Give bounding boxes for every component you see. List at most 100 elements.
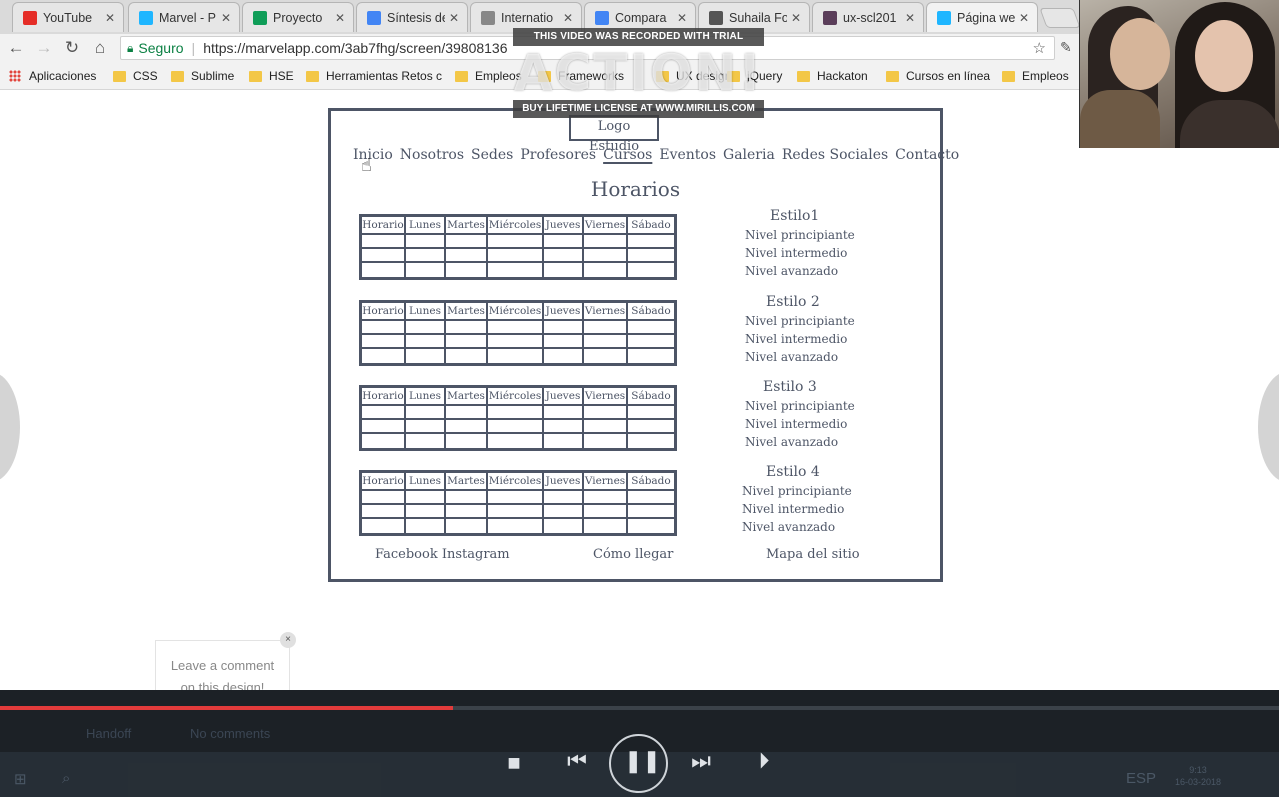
bookmark-item[interactable]: Aplicaciones — [9, 69, 96, 83]
docs-icon — [595, 10, 609, 25]
level-item[interactable]: Nivel principiante — [745, 399, 855, 413]
tab-close-icon[interactable]: ✕ — [105, 11, 115, 25]
bookmark-item[interactable]: Sublime — [171, 69, 234, 83]
footer-directions-link[interactable]: Cómo llegar — [593, 547, 673, 562]
table-cell — [584, 249, 628, 263]
tab-2[interactable]: Proyecto ✕ — [242, 2, 354, 32]
comment-prompt[interactable]: Leave a comment on this design! — [155, 640, 290, 696]
level-item[interactable]: Nivel avanzado — [742, 520, 835, 534]
footer-social-links[interactable]: Facebook Instagram — [375, 547, 510, 562]
tab-label: Compara — [615, 10, 667, 25]
next-frame-icon[interactable]: ⏵ — [749, 748, 779, 774]
home-icon[interactable]: ⌂ — [90, 38, 110, 58]
tab-label: Marvel - P — [159, 10, 216, 25]
level-item[interactable]: Nivel principiante — [745, 228, 855, 242]
table-header-cell: Viernes — [584, 473, 628, 491]
logo-placeholder[interactable]: Logo Estudio — [569, 115, 659, 154]
bookmark-item[interactable]: Empleos — [1002, 69, 1069, 83]
stop-icon[interactable]: ■ — [502, 750, 526, 776]
nav-link-4[interactable]: Cursos — [603, 147, 652, 163]
table-cell — [584, 263, 628, 277]
ghost-handoff-label: Handoff — [86, 726, 132, 741]
table-cell — [628, 420, 674, 434]
nav-link-3[interactable]: Profesores — [520, 147, 596, 163]
tab-3[interactable]: Síntesis de ✕ — [356, 2, 468, 32]
level-item[interactable]: Nivel intermedio — [745, 332, 847, 346]
level-item[interactable]: Nivel intermedio — [745, 417, 847, 431]
table-header-cell: Lunes — [406, 303, 446, 321]
style-title: Estilo 2 — [766, 294, 820, 310]
level-item[interactable]: Nivel avanzado — [745, 350, 838, 364]
level-item[interactable]: Nivel intermedio — [745, 246, 847, 260]
nav-link-8[interactable]: Contacto — [895, 147, 959, 163]
video-player-bar: Handoff No comments ⊞ ⌕ ESP ■ ⏮ ❚❚ ⏭ ⏵ — [0, 690, 1279, 797]
table-cell — [362, 321, 406, 335]
tab-7[interactable]: ux-scl201 ✕ — [812, 2, 924, 32]
bookmark-item[interactable]: Cursos en línea — [886, 69, 990, 83]
nav-link-2[interactable]: Sedes — [471, 147, 513, 163]
table-cell — [584, 505, 628, 519]
table-cell — [544, 235, 584, 249]
nav-link-7[interactable]: Redes Sociales — [782, 147, 888, 163]
level-item[interactable]: Nivel principiante — [742, 484, 852, 498]
page-icon — [481, 10, 495, 25]
bookmark-item[interactable]: Hackaton — [797, 69, 868, 83]
back-arrow-icon[interactable]: ← — [6, 38, 26, 58]
tab-close-icon[interactable]: ✕ — [791, 11, 801, 25]
table-header-cell: Martes — [446, 388, 488, 406]
tab-0[interactable]: YouTube ✕ — [12, 2, 124, 32]
comment-close-button[interactable]: × — [280, 632, 296, 648]
table-header-cell: Martes — [446, 217, 488, 235]
tab-close-icon[interactable]: ✕ — [1019, 11, 1029, 25]
skip-forward-icon[interactable]: ⏭ — [686, 748, 716, 774]
table-cell — [446, 249, 488, 263]
footer-sitemap-link[interactable]: Mapa del sitio — [766, 547, 860, 562]
marvel-icon — [139, 10, 153, 25]
forward-arrow-icon[interactable]: → — [34, 38, 54, 58]
nav-link-5[interactable]: Eventos — [659, 147, 716, 163]
table-cell — [406, 491, 446, 505]
bookmark-star-icon[interactable]: ☆ — [1033, 39, 1046, 57]
tab-close-icon[interactable]: ✕ — [335, 11, 345, 25]
table-cell — [362, 249, 406, 263]
table-cell — [446, 491, 488, 505]
table-cell — [488, 249, 544, 263]
skip-back-icon[interactable]: ⏮ — [562, 748, 592, 774]
table-header-cell: Miércoles — [488, 473, 544, 491]
bookmark-item[interactable]: HSE — [249, 69, 294, 83]
nav-link-1[interactable]: Nosotros — [400, 147, 464, 163]
level-item[interactable]: Nivel principiante — [745, 314, 855, 328]
tab-close-icon[interactable]: ✕ — [563, 11, 573, 25]
extension-pencil-icon[interactable]: ✎ — [1060, 39, 1072, 56]
table-cell — [628, 263, 674, 277]
tab-close-icon[interactable]: ✕ — [905, 11, 915, 25]
table-cell — [488, 335, 544, 349]
bookmark-item[interactable]: Herramientas Retos c — [306, 69, 442, 83]
table-cell — [584, 406, 628, 420]
tab-close-icon[interactable]: ✕ — [449, 11, 459, 25]
table-cell — [406, 505, 446, 519]
tab-1[interactable]: Marvel - P ✕ — [128, 2, 240, 32]
tab-label: ux-scl201 — [843, 10, 897, 25]
tab-close-icon[interactable]: ✕ — [677, 11, 687, 25]
url-separator: | — [191, 40, 196, 56]
level-item[interactable]: Nivel avanzado — [745, 264, 838, 278]
next-screen-button[interactable] — [1258, 372, 1279, 482]
prev-screen-button[interactable] — [0, 372, 20, 482]
nav-link-6[interactable]: Galeria — [723, 147, 775, 163]
tab-8[interactable]: Página we ✕ — [926, 2, 1038, 32]
table-header-cell: Jueves — [544, 388, 584, 406]
table-cell — [628, 491, 674, 505]
nav-link-0[interactable]: Inicio — [353, 147, 393, 163]
new-tab-button[interactable] — [1039, 8, 1081, 28]
table-cell — [628, 406, 674, 420]
level-item[interactable]: Nivel avanzado — [745, 435, 838, 449]
bookmark-item[interactable]: CSS — [113, 69, 158, 83]
table-cell — [362, 263, 406, 277]
table-cell — [584, 434, 628, 448]
level-item[interactable]: Nivel intermedio — [742, 502, 844, 516]
reload-icon[interactable]: ↻ — [62, 38, 82, 58]
tab-close-icon[interactable]: ✕ — [221, 11, 231, 25]
table-cell — [488, 321, 544, 335]
bookmark-item[interactable]: Empleos — [455, 69, 522, 83]
